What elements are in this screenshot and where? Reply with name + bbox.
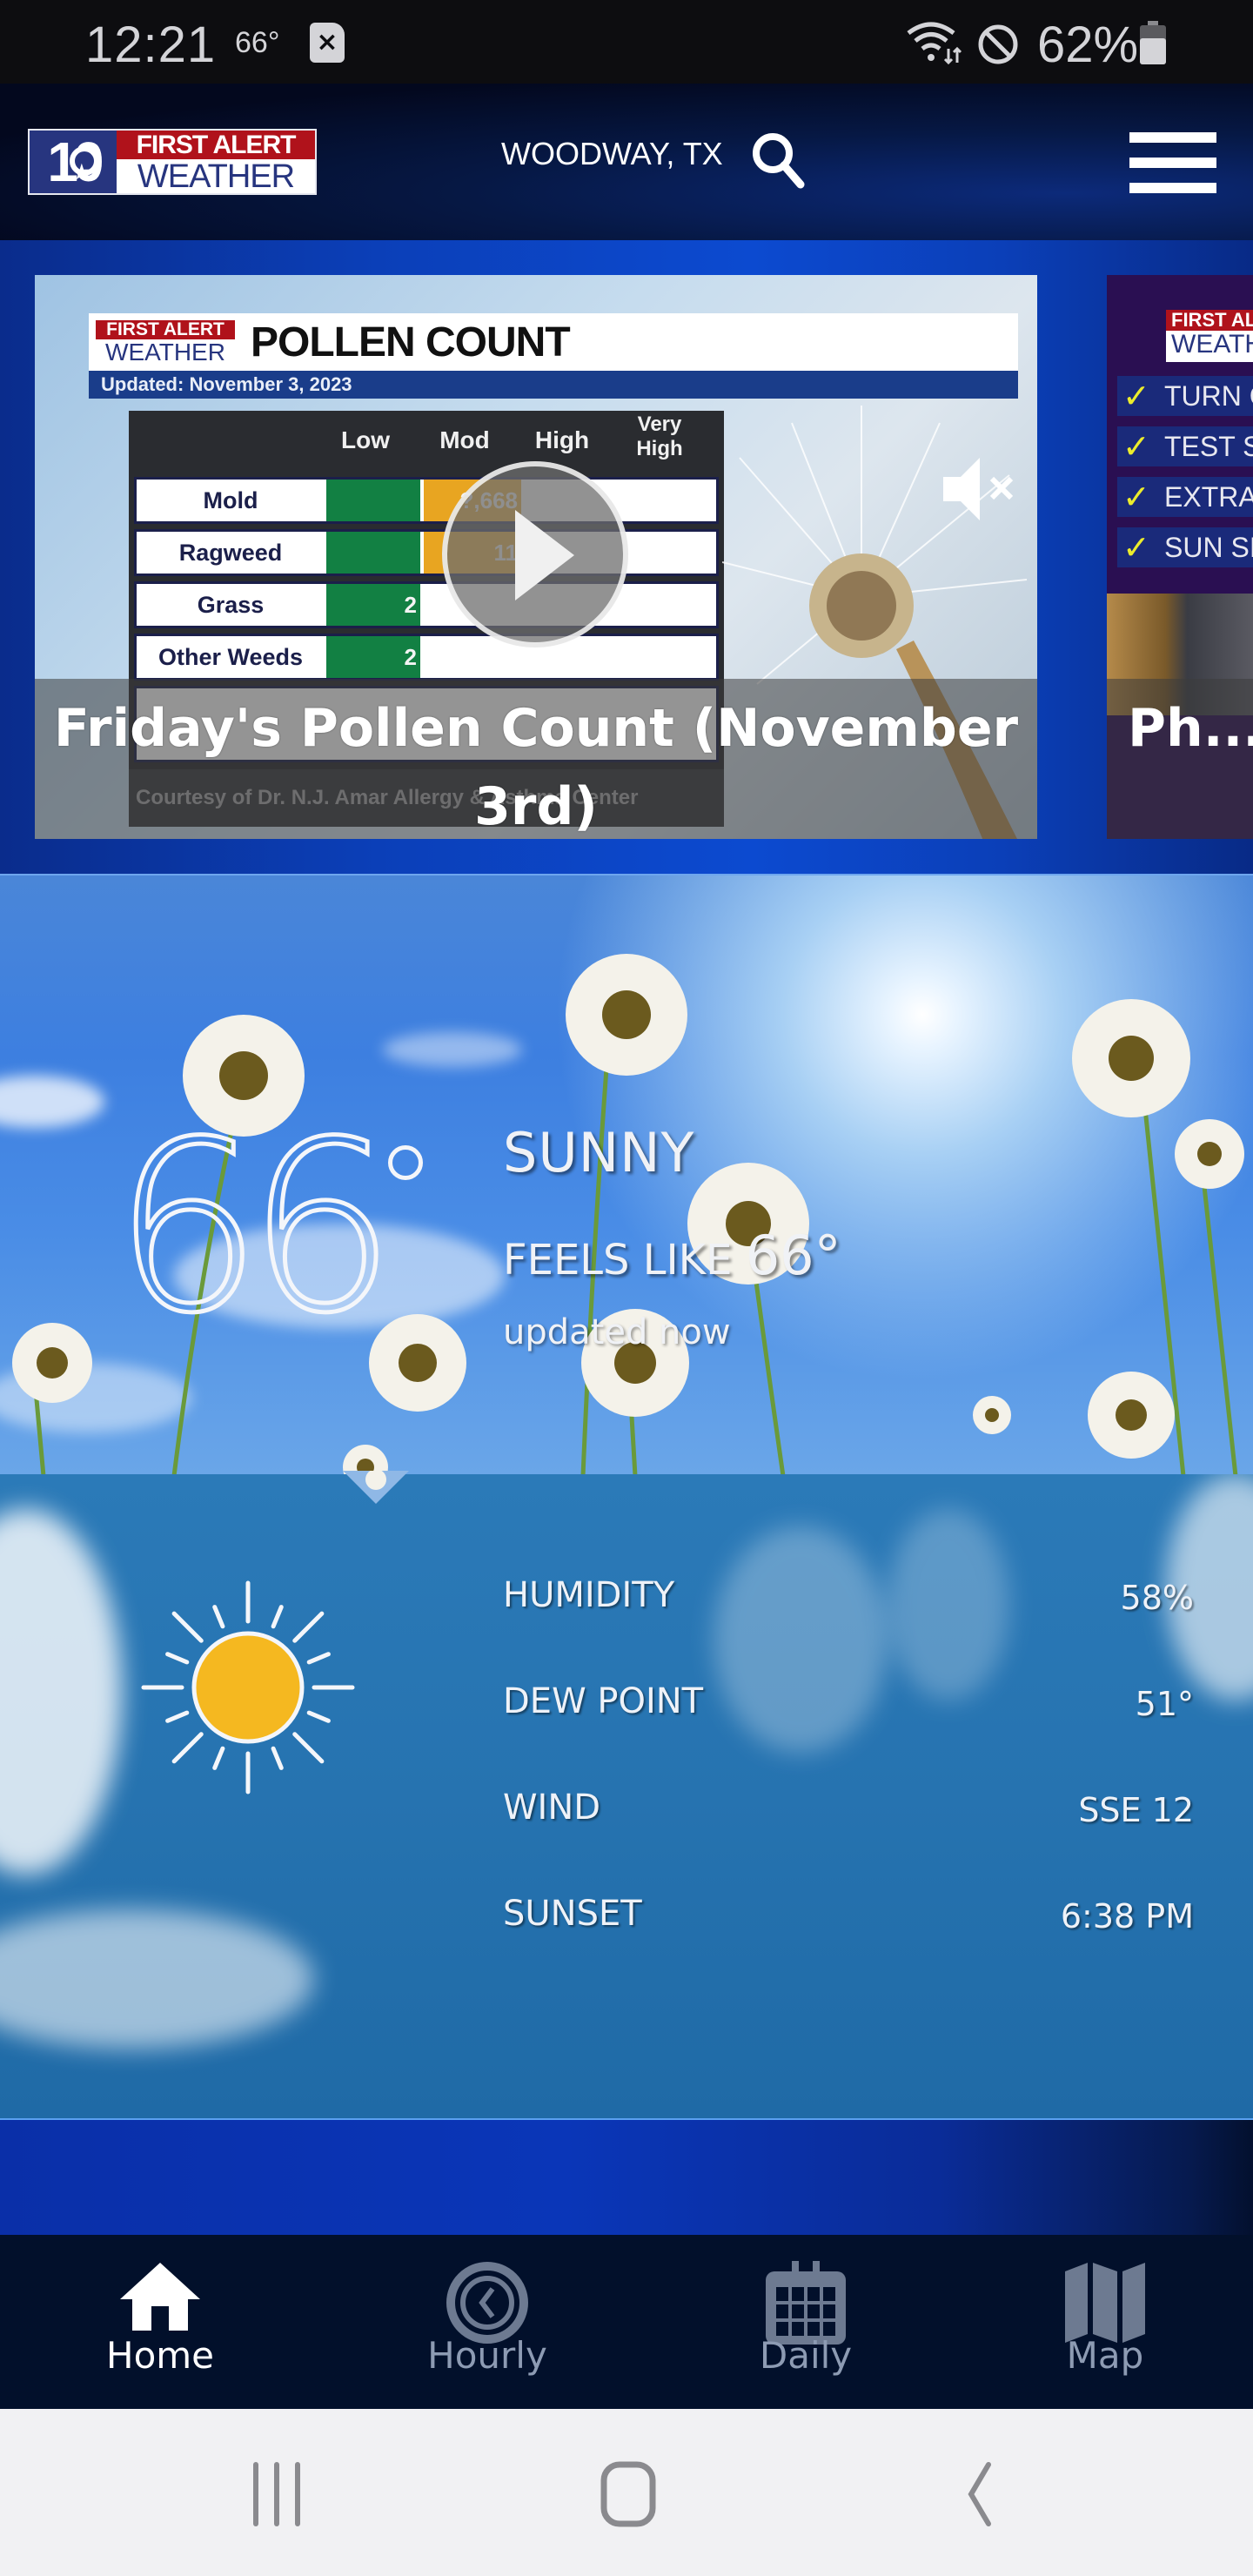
pollen-row: Other Weeds 2 [134,634,719,681]
logo-weather: WEATHER [137,158,295,196]
condition-text: SUNNY [503,1121,695,1184]
nav-item-hourly[interactable]: Hourly [400,2235,574,2409]
conditions-details: HUMIDITY 58% DEW POINT 51° WIND SSE 12 S… [0,1474,1253,2118]
checklist: ✓TURN C ✓TEST S ✓EXTRA ✓SUN SI [1117,376,1253,578]
feels-like: FEELS LIKE 66° [503,1224,841,1287]
checklist-item: ✓ SUN SI [1117,527,1253,567]
logo-number: 10 [30,131,117,204]
muted-speaker-icon[interactable] [936,454,1023,524]
nav-item-daily[interactable]: Daily [719,2235,893,2409]
checklist-item: ✓ EXTRA [1117,477,1253,517]
location-label[interactable]: WOODWAY, TX [501,136,723,172]
degree-symbol [388,1145,423,1180]
checkmark-icon: ✓ [1122,528,1150,567]
graphic-title: POLLEN COUNT [251,319,571,366]
detail-row-wind: WIND SSE 12 [503,1788,1194,1829]
home-button-icon[interactable] [593,2461,663,2527]
pollen-row: Mold ?,668 [134,477,719,524]
graphic-brand-logo: FIRST ALERT WEATHER [1166,310,1253,362]
checklist-item: ✓TURN C [1117,376,1253,416]
status-temperature: 66° [235,26,280,59]
current-temperature: 66 [111,1090,399,1365]
status-time: 12:21 [85,17,217,73]
calendar-icon [766,2261,846,2345]
updated-time: updated now [503,1312,731,1352]
star-icon [70,141,99,204]
battery-percent: 62% [1037,17,1139,73]
search-icon[interactable] [748,129,809,190]
app-notification-icon: × [310,23,345,63]
hamburger-menu-icon[interactable] [1129,132,1218,193]
checklist-item: ✓ TEST S [1117,426,1253,466]
checkmark-icon: ✓ [1122,478,1150,516]
status-bar: 12:21 66° × 62% [0,0,1253,84]
background-band [0,2118,1253,2235]
checkmark-icon: ✓ [1122,377,1150,415]
play-icon[interactable] [442,461,628,647]
video-caption[interactable]: Friday's Pollen Count (November 3rd) [35,679,1037,839]
video-title[interactable]: Friday's Pollen Count (November 3rd) [52,689,1020,839]
map-icon [1065,2263,1145,2343]
detail-row-dew-point: DEW POINT 51° [503,1681,1194,1723]
detail-row-sunset: SUNSET 6:38 PM [503,1894,1194,1935]
wifi-icon [907,22,962,64]
nav-item-map[interactable]: Map [1018,2235,1192,2409]
pollen-table-header: Low Mod High Very High [341,413,683,460]
pointer-notch [343,1471,409,1504]
recent-apps-icon[interactable] [242,2461,312,2527]
video-carousel[interactable]: FIRST ALERT WEATHER POLLEN COUNT Updated… [0,240,1253,874]
logo-first-alert: FIRST ALERT [117,131,315,160]
detail-row-humidity: HUMIDITY 58% [503,1575,1194,1617]
clock-icon [446,2262,528,2344]
back-icon[interactable] [945,2461,1015,2527]
app-header: 10 FIRST ALERT WEATHER WOODWAY, TX [0,84,1253,240]
graphic-updated: Updated: November 3, 2023 [89,371,1018,399]
video-caption[interactable]: Ph... With... [1107,679,1253,839]
video-title[interactable]: Ph... With... [1128,689,1253,768]
checkmark-icon: ✓ [1122,427,1150,466]
sunny-icon [141,1580,355,1794]
pollen-row: Ragweed 11 [134,529,719,576]
station-logo[interactable]: 10 FIRST ALERT WEATHER [28,129,317,204]
video-card[interactable]: FIRST ALERT WEATHER ✓TURN C ✓TEST S ✓EXT… [1107,275,1253,839]
bottom-navigation: Home Hourly Daily Map [0,2235,1253,2409]
do-not-disturb-icon [978,24,1018,64]
graphic-brand-logo: FIRST ALERT WEATHER [96,320,235,366]
home-icon [120,2263,200,2331]
current-conditions: 66 SUNNY FEELS LIKE 66° updated now [0,874,1253,1474]
battery-icon [1140,21,1166,64]
system-navigation-bar [0,2409,1253,2576]
pollen-row: Grass 2 [134,581,719,628]
nav-item-home[interactable]: Home [73,2235,247,2409]
video-card[interactable]: FIRST ALERT WEATHER POLLEN COUNT Updated… [35,275,1037,839]
